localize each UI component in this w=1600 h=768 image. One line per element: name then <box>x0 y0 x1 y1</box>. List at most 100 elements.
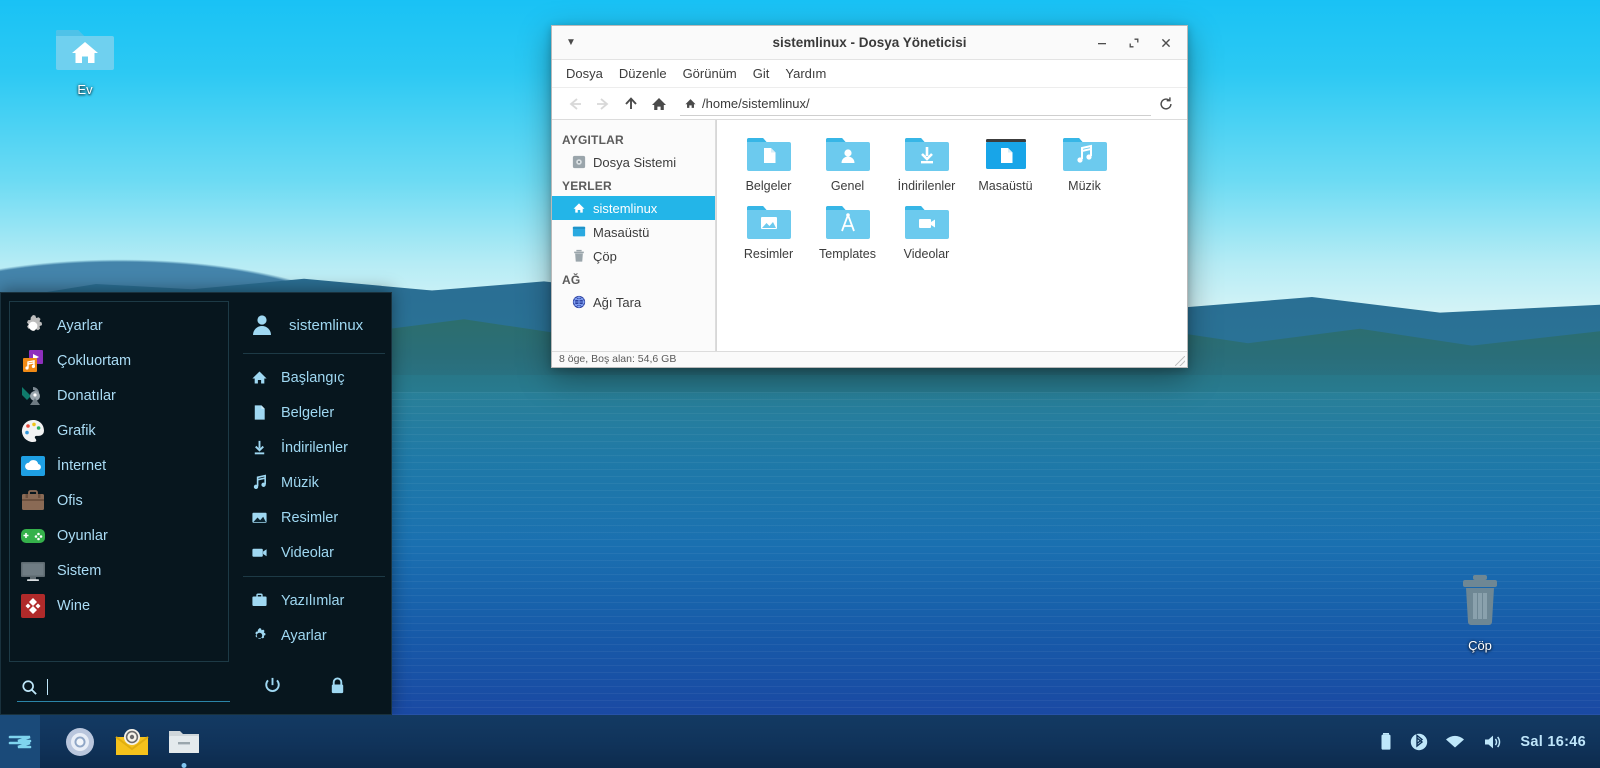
menu-actions[interactable] <box>263 676 377 700</box>
sidebar-item-cop[interactable]: Çöp <box>552 244 715 268</box>
menu-dosya[interactable]: Dosya <box>558 63 611 84</box>
menu-place-indirilenler[interactable]: İndirilenler <box>243 430 391 465</box>
menu-category-donatilar[interactable]: Donatılar <box>10 378 228 413</box>
file-item-muzik[interactable]: Müzik <box>1045 132 1124 200</box>
menu-bottom-bar[interactable] <box>1 662 391 714</box>
menu-place-ayarlar[interactable]: Ayarlar <box>243 618 391 653</box>
up-arrow-icon[interactable] <box>618 91 644 117</box>
clock[interactable]: Sal 16:46 <box>1520 734 1586 750</box>
file-list-view[interactable]: Belgeler Genel İndirilenler Masaüstü Müz… <box>716 120 1187 351</box>
sidebar-item-label: sistemlinux <box>593 200 658 216</box>
sidebar-item-label: Ağı Tara <box>593 294 642 310</box>
file-label: İndirilenler <box>897 179 956 193</box>
minimize-icon[interactable] <box>1087 30 1117 56</box>
desktop-folder-icon <box>985 139 1026 169</box>
volume-icon[interactable] <box>1482 732 1504 752</box>
file-item-masaustu[interactable]: Masaüstü <box>966 132 1045 200</box>
sidebar-item-filesystem[interactable]: Dosya Sistemi <box>552 150 715 174</box>
gear-icon <box>27 314 42 331</box>
menu-place-yazilimlar[interactable]: Yazılımlar <box>243 583 391 618</box>
back-arrow-icon[interactable] <box>562 91 588 117</box>
launcher-browser[interactable] <box>62 724 98 760</box>
menu-place-label: Başlangıç <box>281 369 345 386</box>
taskbar[interactable]: Sal 16:46 <box>0 715 1600 768</box>
places-sidebar[interactable]: AYGITLAR Dosya Sistemi YERLER sistemlinu… <box>552 120 716 351</box>
file-manager-window[interactable]: ▼ sistemlinux - Dosya Yöneticisi Dosya D… <box>551 25 1188 368</box>
menu-duzenle[interactable]: Düzenle <box>611 63 675 84</box>
menu-category-cokluortam[interactable]: Çokluortam <box>10 343 228 378</box>
system-tray[interactable]: Sal 16:46 <box>1378 732 1600 752</box>
menu-category-oyunlar[interactable]: Oyunlar <box>10 518 228 553</box>
maximize-icon[interactable] <box>1119 30 1149 56</box>
launcher-mail[interactable] <box>114 724 150 760</box>
downloads-folder-icon <box>904 138 949 171</box>
toolbar[interactable]: /home/sistemlinux/ <box>552 88 1187 120</box>
sidebar-item-masaustu[interactable]: Masaüstü <box>552 220 715 244</box>
file-item-templates[interactable]: Templates <box>808 200 887 268</box>
menu-gorunum[interactable]: Görünüm <box>675 63 745 84</box>
menu-user[interactable]: sistemlinux <box>243 303 391 347</box>
file-label: Masaüstü <box>978 179 1033 193</box>
menu-place-label: Ayarlar <box>281 627 327 644</box>
window-titlebar[interactable]: ▼ sistemlinux - Dosya Yöneticisi <box>552 26 1187 60</box>
search-input[interactable] <box>17 675 230 702</box>
file-label: Genel <box>830 179 865 193</box>
menu-place-muzik[interactable]: Müzik <box>243 465 391 500</box>
window-controls[interactable] <box>1087 30 1181 56</box>
application-menu[interactable]: Ayarlar Çokluortam Donatılar Grafik İnte… <box>0 292 392 715</box>
menu-columns: Ayarlar Çokluortam Donatılar Grafik İnte… <box>1 293 391 662</box>
menu-category-ofis[interactable]: Ofis <box>10 483 228 518</box>
lock-icon[interactable] <box>328 676 347 700</box>
file-item-genel[interactable]: Genel <box>808 132 887 200</box>
menu-category-grafik[interactable]: Grafik <box>10 413 228 448</box>
menu-category-ayarlar[interactable]: Ayarlar <box>10 308 228 343</box>
menu-category-internet[interactable]: İnternet <box>10 448 228 483</box>
battery-icon[interactable] <box>1378 732 1394 752</box>
file-item-belgeler[interactable]: Belgeler <box>729 132 808 200</box>
menu-category-sistem[interactable]: Sistem <box>10 553 228 588</box>
bluetooth-icon[interactable] <box>1410 732 1428 752</box>
menu-git[interactable]: Git <box>745 63 778 84</box>
path-bar[interactable]: /home/sistemlinux/ <box>680 92 1151 116</box>
vertical-scrollbar[interactable] <box>1181 122 1186 344</box>
close-icon[interactable] <box>1151 30 1181 56</box>
menu-divider-bottom <box>243 576 385 577</box>
file-item-videolar[interactable]: Videolar <box>887 200 966 268</box>
menu-bar[interactable]: Dosya Düzenle Görünüm Git Yardım <box>552 60 1187 88</box>
chromium-icon <box>66 727 94 756</box>
documents-folder-icon <box>746 138 791 171</box>
desktop-icon-trash[interactable]: Çöp <box>1425 570 1535 655</box>
menu-place-baslangic[interactable]: Başlangıç <box>243 360 391 395</box>
trash-icon <box>1425 570 1535 633</box>
sidebar-item-sistemlinux[interactable]: sistemlinux <box>552 196 715 220</box>
file-item-indirilenler[interactable]: İndirilenler <box>887 132 966 200</box>
menu-place-label: İndirilenler <box>281 439 348 456</box>
office-briefcase-icon <box>22 489 44 510</box>
category-list[interactable]: Ayarlar Çokluortam Donatılar Grafik İnte… <box>9 301 229 662</box>
path-home-icon <box>685 98 696 108</box>
wifi-icon[interactable] <box>1444 733 1466 751</box>
disk-icon <box>572 155 586 169</box>
menu-yardim[interactable]: Yardım <box>777 63 834 84</box>
internet-cloud-icon <box>21 455 45 476</box>
taskbar-launchers[interactable] <box>40 724 202 760</box>
places-panel[interactable]: sistemlinux Başlangıç Belgeler İndirilen… <box>229 293 391 662</box>
chevron-down-icon[interactable]: ▼ <box>558 37 584 48</box>
forward-arrow-icon[interactable] <box>590 91 616 117</box>
resize-grip[interactable] <box>1175 356 1185 366</box>
menu-category-wine[interactable]: Wine <box>10 588 228 623</box>
sidebar-item-agi-tara[interactable]: Ağı Tara <box>552 290 715 314</box>
reload-icon[interactable] <box>1153 91 1179 117</box>
menu-place-videolar[interactable]: Videolar <box>243 535 391 570</box>
launcher-file-manager[interactable] <box>166 724 202 760</box>
desktop[interactable]: Ev Çöp ▼ sistemlinux - Dosya Yöneticisi <box>0 0 1600 768</box>
home-icon[interactable] <box>646 91 672 117</box>
power-icon[interactable] <box>263 676 282 700</box>
desktop-icon-home[interactable]: Ev <box>30 24 140 99</box>
menu-place-belgeler[interactable]: Belgeler <box>243 395 391 430</box>
sidebar-item-label: Çöp <box>593 248 617 264</box>
menu-place-resimler[interactable]: Resimler <box>243 500 391 535</box>
file-item-resimler[interactable]: Resimler <box>729 200 808 268</box>
start-menu-button[interactable] <box>0 715 40 768</box>
video-camera-icon <box>252 548 267 557</box>
